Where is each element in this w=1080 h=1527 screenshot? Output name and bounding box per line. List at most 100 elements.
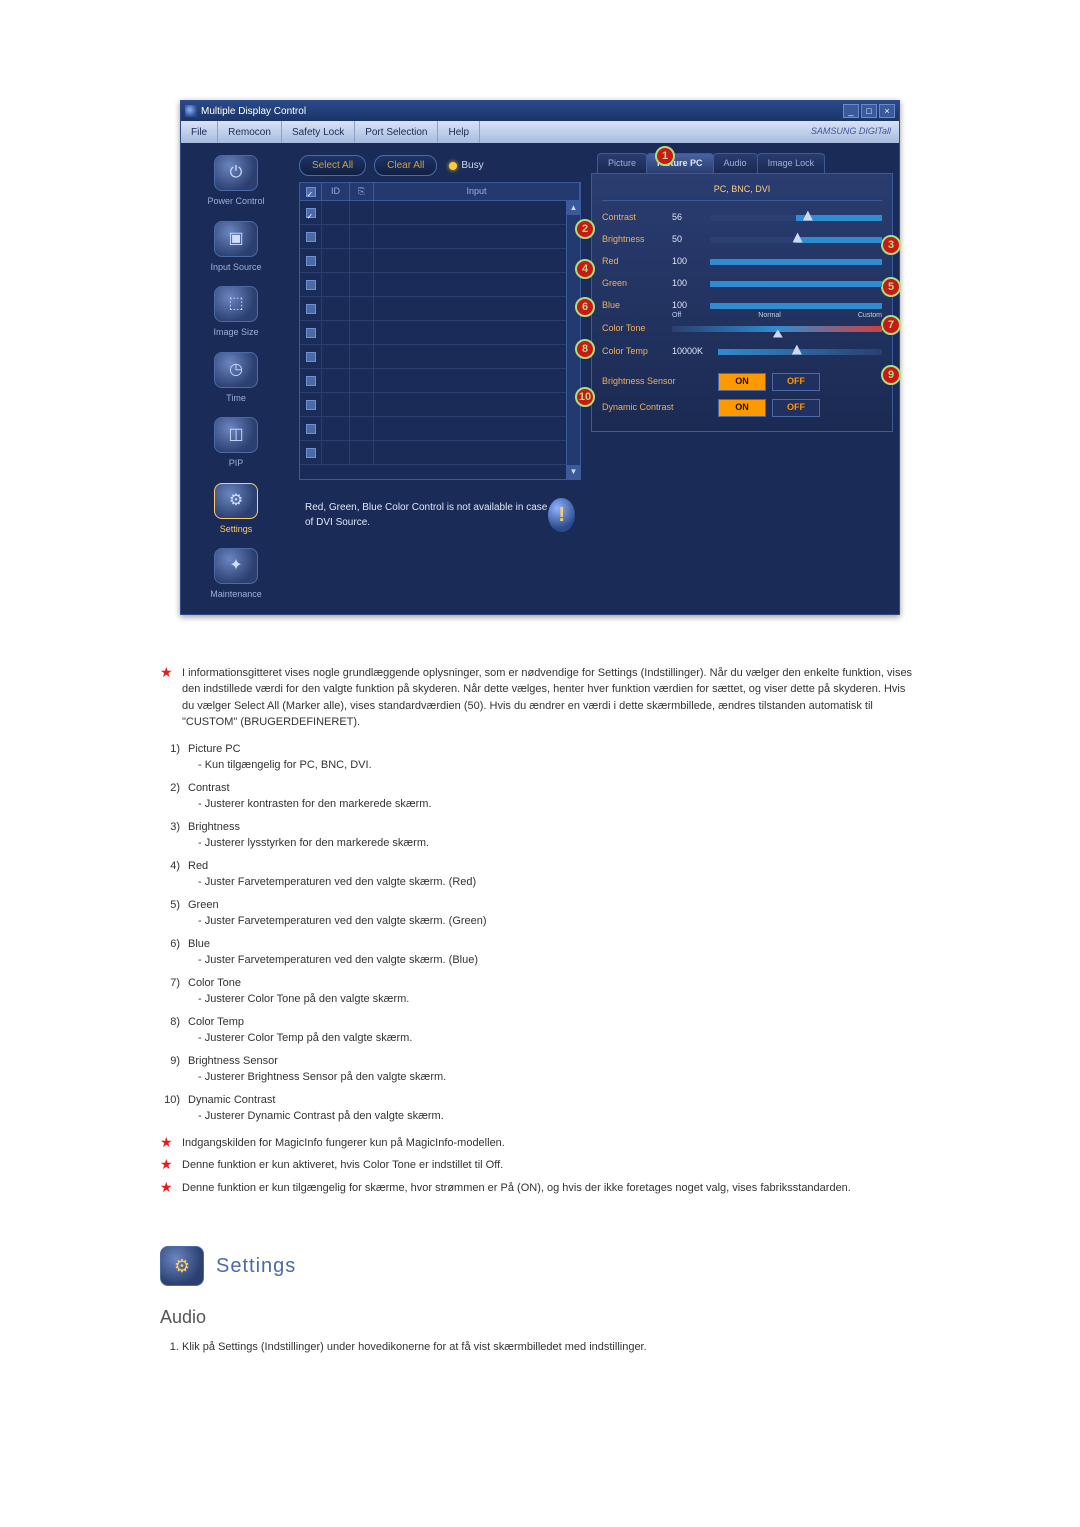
brightness-sensor-label: Brightness Sensor — [602, 375, 712, 389]
row-input — [374, 225, 580, 248]
app-body: ⏻ Power Control ▣ Input Source ⬚ Image S… — [181, 143, 899, 614]
row-id — [322, 249, 350, 272]
color-tone-slider[interactable]: Off Normal Custom — [672, 326, 882, 332]
brightness-sensor-off[interactable]: OFF — [772, 373, 820, 391]
sidebar-item-settings[interactable]: ⚙ Settings — [187, 483, 285, 537]
list-item: 3)Brightness- Justerer lysstyrken for de… — [160, 819, 920, 852]
scroll-up-button[interactable]: ▲ — [567, 201, 580, 215]
item-number: 6) — [160, 936, 180, 969]
table-row[interactable] — [300, 321, 580, 345]
sidebar-item-label: Settings — [220, 523, 253, 537]
menu-help[interactable]: Help — [438, 121, 480, 143]
sidebar-item-pip[interactable]: ◫ PIP — [187, 417, 285, 471]
tab-audio[interactable]: Audio — [713, 153, 758, 174]
item-number: 3) — [160, 819, 180, 852]
callout-badge-4: 4 — [575, 259, 595, 279]
callout-badge-8: 8 — [575, 339, 595, 359]
minimize-button[interactable]: _ — [843, 104, 859, 118]
grid-scrollbar[interactable]: ▲ ▼ — [566, 201, 580, 479]
document-body: ★ I informationsgitteret vises nogle gru… — [160, 665, 920, 1356]
blue-slider[interactable] — [710, 303, 882, 309]
grid-header-checkbox[interactable] — [300, 183, 322, 200]
dynamic-contrast-on[interactable]: ON — [718, 399, 766, 417]
tone-opt-normal: Normal — [758, 311, 781, 322]
clear-all-button[interactable]: Clear All — [374, 155, 437, 176]
menu-remocon[interactable]: Remocon — [218, 121, 282, 143]
red-slider[interactable] — [710, 259, 882, 265]
app-window: Multiple Display Control _ □ × File Remo… — [180, 100, 900, 615]
item-title: Brightness Sensor — [188, 1053, 920, 1070]
audio-subtitle: Audio — [160, 1304, 920, 1331]
star-note: ★Indgangskilden for MagicInfo fungerer k… — [160, 1135, 920, 1152]
sidebar-item-label: Power Control — [207, 195, 264, 209]
sidebar-item-image-size[interactable]: ⬚ Image Size — [187, 286, 285, 340]
green-value: 100 — [672, 277, 710, 291]
row-status — [350, 345, 374, 368]
sidebar-item-label: Image Size — [213, 326, 258, 340]
table-row[interactable] — [300, 441, 580, 465]
table-row[interactable] — [300, 249, 580, 273]
color-temp-slider[interactable] — [718, 349, 882, 355]
item-sub: - Justerer Dynamic Contrast på den valgt… — [198, 1108, 920, 1125]
sidebar-item-maintenance[interactable]: ✦ Maintenance — [187, 548, 285, 602]
list-item: 9)Brightness Sensor- Justerer Brightness… — [160, 1053, 920, 1086]
panel-tabs: Picture Picture PC Audio Image Lock — [597, 151, 893, 173]
row-checkbox[interactable] — [300, 297, 322, 320]
scroll-down-button[interactable]: ▼ — [567, 465, 580, 479]
row-checkbox[interactable] — [300, 201, 322, 224]
table-row[interactable] — [300, 345, 580, 369]
close-button[interactable]: × — [879, 104, 895, 118]
row-checkbox[interactable] — [300, 273, 322, 296]
item-number: 9) — [160, 1053, 180, 1086]
row-checkbox[interactable] — [300, 321, 322, 344]
table-row[interactable] — [300, 273, 580, 297]
table-row[interactable] — [300, 369, 580, 393]
dynamic-contrast-off[interactable]: OFF — [772, 399, 820, 417]
item-body: Contrast- Justerer kontrasten for den ma… — [188, 780, 920, 813]
tone-opt-off: Off — [672, 311, 681, 322]
item-body: Green- Juster Farvetemperaturen ved den … — [188, 897, 920, 930]
checkbox-icon — [306, 328, 316, 338]
tab-image-lock[interactable]: Image Lock — [757, 153, 826, 174]
table-row[interactable] — [300, 297, 580, 321]
row-checkbox[interactable] — [300, 393, 322, 416]
menu-file[interactable]: File — [181, 121, 218, 143]
callout-badge-7: 7 — [881, 315, 901, 335]
sidebar-item-time[interactable]: ◷ Time — [187, 352, 285, 406]
contrast-label: Contrast — [602, 211, 672, 225]
row-checkbox[interactable] — [300, 417, 322, 440]
sidebar-item-label: Time — [226, 392, 246, 406]
table-row[interactable] — [300, 393, 580, 417]
brightness-sensor-on[interactable]: ON — [718, 373, 766, 391]
maximize-button[interactable]: □ — [861, 104, 877, 118]
item-number: 4) — [160, 858, 180, 891]
color-tone-row: Color Tone Off Normal Custom — [602, 317, 882, 341]
table-row[interactable] — [300, 417, 580, 441]
color-tone-label: Color Tone — [602, 322, 672, 336]
item-sub: - Juster Farvetemperaturen ved den valgt… — [198, 913, 920, 930]
row-checkbox[interactable] — [300, 225, 322, 248]
sidebar-item-power-control[interactable]: ⏻ Power Control — [187, 155, 285, 209]
row-checkbox[interactable] — [300, 441, 322, 464]
callout-badge-3: 3 — [881, 235, 901, 255]
row-checkbox[interactable] — [300, 249, 322, 272]
select-all-button[interactable]: Select All — [299, 155, 366, 176]
item-number: 5) — [160, 897, 180, 930]
item-body: Dynamic Contrast- Justerer Dynamic Contr… — [188, 1092, 920, 1125]
tone-opt-custom: Custom — [858, 311, 882, 322]
brightness-slider[interactable] — [710, 237, 882, 243]
tab-picture[interactable]: Picture — [597, 153, 647, 174]
contrast-slider[interactable] — [710, 215, 882, 221]
callout-badge-1: 1 — [655, 146, 675, 166]
item-sub: - Juster Farvetemperaturen ved den valgt… — [198, 874, 920, 891]
table-row[interactable] — [300, 225, 580, 249]
row-checkbox[interactable] — [300, 369, 322, 392]
menu-safety-lock[interactable]: Safety Lock — [282, 121, 355, 143]
row-checkbox[interactable] — [300, 345, 322, 368]
menu-port-selection[interactable]: Port Selection — [355, 121, 438, 143]
sidebar-item-input-source[interactable]: ▣ Input Source — [187, 221, 285, 275]
brightness-sensor-row: Brightness Sensor ON OFF — [602, 369, 882, 395]
table-row[interactable] — [300, 201, 580, 225]
green-slider[interactable] — [710, 281, 882, 287]
item-sub: - Justerer Color Tone på den valgte skær… — [198, 991, 920, 1008]
